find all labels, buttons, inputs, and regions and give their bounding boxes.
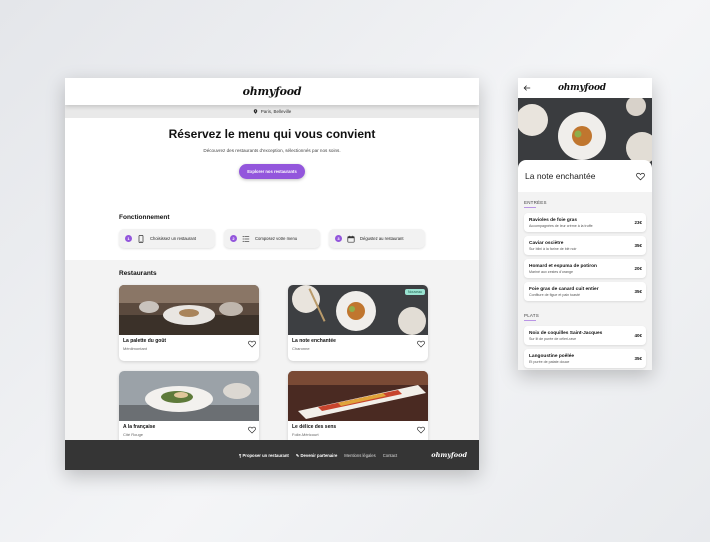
step-compose: 2 Composez votre menu — [224, 229, 320, 248]
step-number: 3 — [335, 235, 342, 242]
restaurants-section: Restaurants La palette du goût Ménilmont… — [65, 260, 479, 452]
heart-icon[interactable] — [636, 172, 645, 181]
propose-restaurant-link[interactable]: ¶ Proposer un restaurant — [239, 453, 289, 458]
dish-price: 20€ — [634, 266, 642, 271]
new-badge: Nouveau — [404, 289, 425, 295]
fonctionnement-section: Fonctionnement 1 Choisissez un restauran… — [65, 200, 479, 260]
restaurant-card[interactable]: La palette du goût Ménilmontant — [119, 285, 259, 361]
dish-name: Homard et espuma de potiron — [529, 263, 597, 269]
restaurant-image: Nouveau — [288, 285, 428, 335]
dish-item[interactable]: Langoustine poêlée Et purée de patate do… — [524, 349, 646, 368]
dish-description: Sur lit de purée de céleri-rave — [529, 336, 577, 341]
dish-description: Accompagnées de leur crème à la truffe — [529, 223, 593, 228]
section-underline — [524, 320, 536, 321]
dish-price: 35€ — [634, 243, 642, 248]
become-partner-link[interactable]: ✎ Devenir partenaire — [296, 453, 337, 458]
dish-name: Foie gras de canard cuit entier — [529, 286, 599, 292]
restaurant-name: La note enchantée — [292, 338, 336, 344]
footer-logo[interactable]: ohmyfood — [431, 451, 467, 459]
propose-restaurant-label: Proposer un restaurant — [242, 452, 289, 458]
dish-description: Sur blini à la farine de blé noir — [529, 246, 577, 251]
back-arrow-icon[interactable] — [523, 84, 531, 92]
heart-icon[interactable] — [248, 340, 256, 348]
hero-subtitle: Découvrez des restaurants d'exception, s… — [203, 148, 341, 153]
restaurant-image — [119, 371, 259, 421]
list-icon — [242, 235, 250, 242]
restaurant-card[interactable]: Nouveau La note enchantée Charonne — [288, 285, 428, 361]
logo[interactable]: ohmyfood — [558, 83, 606, 93]
restaurant-image — [288, 371, 428, 421]
restaurant-name: A la française — [123, 424, 156, 430]
dish-item[interactable]: Caviar osciètre Sur blini à la farine de… — [524, 236, 646, 255]
location-text[interactable]: Paris, Belleville — [261, 109, 292, 114]
hero-section: Réservez le menu qui vous convient Décou… — [65, 118, 479, 200]
dish-description: Et purée de patate douce — [529, 359, 570, 364]
location-pin-icon — [253, 109, 257, 114]
dish-name: Ravioles de foie gras — [529, 217, 577, 223]
heart-icon[interactable] — [248, 426, 256, 434]
dish-name: Caviar osciètre — [529, 240, 564, 246]
location-bar: Paris, Belleville — [65, 105, 479, 118]
step-number: 1 — [125, 235, 132, 242]
dish-description: Confiture de figue et pain toasté — [529, 292, 580, 297]
dish-name: Langoustine poêlée — [529, 353, 575, 359]
restaurant-location: Cité Rouge — [123, 432, 144, 437]
handshake-icon: ✎ — [295, 452, 300, 458]
step-enjoy: 3 Dégustez au restaurant — [329, 229, 425, 248]
restaurant-hero-image — [518, 96, 652, 168]
calendar-icon — [347, 235, 355, 243]
dish-price: 35€ — [634, 356, 642, 361]
legal-link[interactable]: Mentions légales — [344, 453, 375, 458]
restaurant-card[interactable]: Le délice des sens Folie-Méricourt — [288, 371, 428, 447]
dish-price: 23€ — [634, 220, 642, 225]
heart-icon[interactable] — [417, 426, 425, 434]
restaurant-title-bar: La note enchantée — [518, 160, 652, 192]
restaurant-location: Ménilmontant — [123, 346, 148, 351]
step-choose: 1 Choisissez un restaurant — [119, 229, 215, 248]
desktop-footer: ¶ Proposer un restaurant ✎ Devenir parte… — [65, 440, 479, 470]
dish-item[interactable]: Noix de coquilles Saint-Jacques Sur lit … — [524, 326, 646, 345]
restaurant-name: Le délice des sens — [292, 424, 337, 430]
restaurant-name: La palette du goût — [123, 338, 167, 344]
step-label: Dégustez au restaurant — [360, 236, 404, 241]
desktop-header: ohmyfood — [65, 78, 479, 105]
restaurant-location: Charonne — [292, 346, 310, 351]
dish-description: Mariné aux zestes d'orange — [529, 269, 574, 274]
dish-item[interactable]: Homard et espuma de potiron Mariné aux z… — [524, 259, 646, 278]
fork-knife-icon: ¶ — [239, 452, 242, 458]
restaurants-title: Restaurants — [119, 270, 157, 277]
dish-item[interactable]: Ravioles de foie gras Accompagnées de le… — [524, 213, 646, 232]
heart-icon[interactable] — [417, 340, 425, 348]
dish-name: Noix de coquilles Saint-Jacques — [529, 330, 603, 336]
logo[interactable]: ohmyfood — [243, 85, 302, 98]
restaurant-title: La note enchantée — [525, 171, 596, 181]
step-label: Composez votre menu — [255, 236, 298, 241]
section-label: PLATS — [524, 313, 539, 318]
dish-item[interactable]: Foie gras de canard cuit entier Confitur… — [524, 282, 646, 301]
step-number: 2 — [230, 235, 237, 242]
contact-link[interactable]: Contact — [383, 453, 397, 458]
section-label: ENTRÉES — [524, 200, 547, 205]
phone-icon — [138, 234, 144, 243]
become-partner-label: Devenir partenaire — [300, 452, 338, 458]
step-label: Choisissez un restaurant — [150, 236, 197, 241]
dish-price: 40€ — [634, 333, 642, 338]
desktop-mockup: ohmyfood Paris, Belleville Réservez le m… — [65, 78, 479, 470]
restaurant-card[interactable]: A la française Cité Rouge — [119, 371, 259, 447]
section-underline — [524, 207, 536, 208]
restaurant-location: Folie-Méricourt — [292, 432, 319, 437]
mobile-mockup: ohmyfood La note enchantée ENTRÉES Ravio… — [518, 78, 652, 370]
hero-title: Réservez le menu qui vous convient — [168, 127, 376, 141]
restaurant-image — [119, 285, 259, 335]
explore-button[interactable]: Explorer nos restaurants — [239, 164, 305, 179]
mobile-header: ohmyfood — [518, 78, 652, 98]
dish-price: 35€ — [634, 289, 642, 294]
fonctionnement-title: Fonctionnement — [119, 214, 170, 221]
